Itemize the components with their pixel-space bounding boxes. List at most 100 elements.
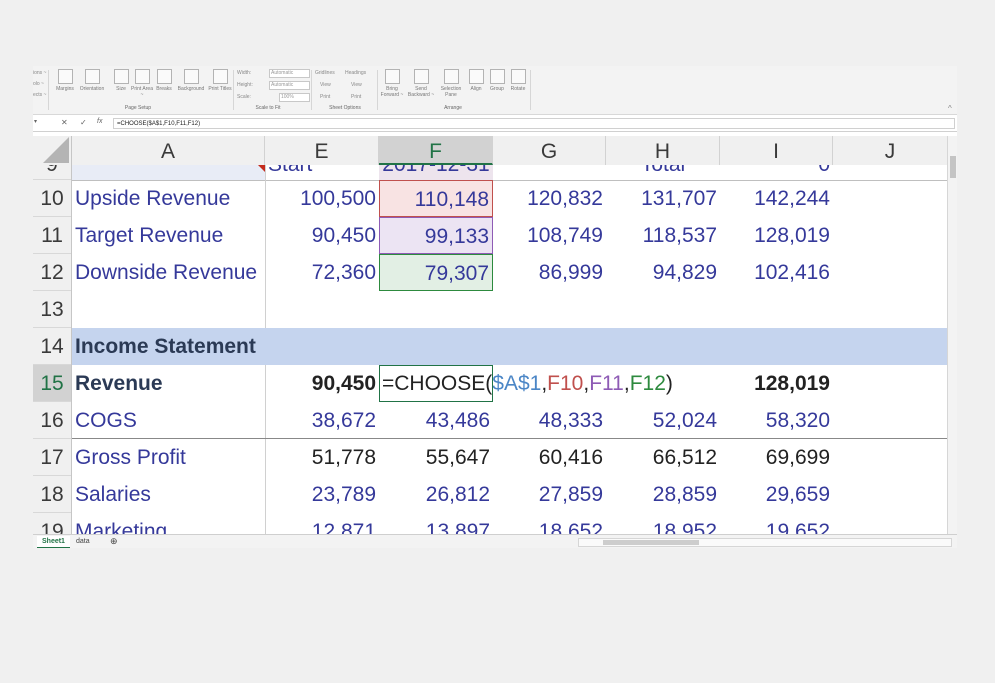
vertical-scroll-thumb[interactable] (950, 156, 956, 178)
cell-f11[interactable]: 99,133 (379, 217, 493, 254)
cell-i19[interactable]: 19,652 (720, 513, 833, 534)
cell-f15-formula-editor[interactable]: =CHOOSE($A$1,F10,F11,F12) (379, 365, 699, 402)
cell-i16[interactable]: 58,320 (720, 402, 833, 439)
cell-h19[interactable]: 18,952 (606, 513, 720, 534)
cell-h10[interactable]: 131,707 (606, 180, 720, 217)
column-header-g[interactable]: G (493, 136, 606, 165)
cell-a19[interactable]: Marketing (72, 513, 265, 534)
row-header-19[interactable]: 19 (33, 513, 71, 534)
cell-h17[interactable]: 66,512 (606, 439, 720, 476)
column-header-j[interactable]: J (833, 136, 947, 165)
column-header-f[interactable]: F (379, 136, 493, 165)
column-header-a[interactable]: A (72, 136, 265, 165)
height-dropdown[interactable]: Automatic (269, 81, 310, 90)
cell-i15[interactable]: 128,019 (720, 365, 833, 402)
horizontal-scroll-thumb[interactable] (603, 540, 699, 545)
orientation-button[interactable]: Orientation (79, 69, 105, 92)
formula-input[interactable]: =CHOOSE($A$1,F10,F11,F12) (113, 118, 955, 129)
column-header-i[interactable]: I (720, 136, 833, 165)
cell-a17[interactable]: Gross Profit (72, 439, 265, 476)
gridlines-print-checkbox[interactable]: Print (320, 94, 330, 100)
bring-forward-button[interactable]: Bring Forward ~ (378, 69, 406, 98)
cell-e19[interactable]: 12,871 (265, 513, 379, 534)
cell-a11[interactable]: Target Revenue (72, 217, 265, 254)
cell-h18[interactable]: 28,859 (606, 476, 720, 513)
cell-f12[interactable]: 79,307 (379, 254, 493, 291)
row-header-18[interactable]: 18 (33, 476, 71, 513)
breaks-button[interactable]: Breaks (151, 69, 177, 92)
insert-function-button[interactable]: fx (97, 118, 102, 125)
cell-e9[interactable]: Start (265, 165, 379, 180)
row-header-13[interactable]: 13 (33, 291, 71, 328)
add-sheet-icon[interactable]: ⊕ (105, 536, 123, 547)
headings-view-checkbox[interactable]: View (351, 82, 362, 88)
cell-f19[interactable]: 13,897 (379, 513, 493, 534)
cell-i18[interactable]: 29,659 (720, 476, 833, 513)
sheet-tab-data[interactable]: data (71, 536, 95, 547)
cell-a13[interactable] (72, 291, 265, 328)
headings-print-checkbox[interactable]: Print (351, 94, 361, 100)
cell-grid[interactable]: Start 2017-12-31 Total 0 Upside Revenue … (72, 165, 947, 534)
cell-f17[interactable]: 55,647 (379, 439, 493, 476)
cell-f16[interactable]: 43,486 (379, 402, 493, 439)
scale-input[interactable]: 100% (279, 93, 310, 102)
cell-h12[interactable]: 94,829 (606, 254, 720, 291)
comment-indicator-icon[interactable] (258, 165, 265, 172)
cell-g16[interactable]: 48,333 (493, 402, 606, 439)
rotate-button[interactable]: Rotate (505, 69, 531, 92)
cell-g12[interactable]: 86,999 (493, 254, 606, 291)
collapse-ribbon-icon[interactable]: ^ (948, 104, 952, 113)
select-all-button[interactable] (33, 136, 72, 165)
cell-e11[interactable]: 90,450 (265, 217, 379, 254)
cell-g17[interactable]: 60,416 (493, 439, 606, 476)
vertical-scrollbar[interactable] (947, 136, 957, 534)
cell-i10[interactable]: 142,244 (720, 180, 833, 217)
cell-a16[interactable]: COGS (72, 402, 265, 439)
background-button[interactable]: Background (175, 69, 207, 92)
name-box-dropdown-icon[interactable]: ▾ (34, 118, 37, 125)
row-header-15[interactable]: 15 (33, 365, 71, 402)
cell-a12[interactable]: Downside Revenue (72, 254, 265, 291)
cell-e15[interactable]: 90,450 (265, 365, 379, 402)
ribbon-cut-label-2[interactable]: olo ~ (33, 81, 44, 87)
width-dropdown[interactable]: Automatic (269, 69, 310, 78)
row-header-9[interactable]: 9 (33, 165, 71, 180)
horizontal-scrollbar[interactable] (578, 538, 952, 547)
cell-g18[interactable]: 27,859 (493, 476, 606, 513)
row-header-10[interactable]: 10 (33, 180, 71, 217)
send-backward-button[interactable]: Send Backward ~ (406, 69, 436, 98)
cell-e17[interactable]: 51,778 (265, 439, 379, 476)
enter-formula-button[interactable]: ✓ (80, 118, 87, 127)
gridlines-view-checkbox[interactable]: View (320, 82, 331, 88)
cell-e18[interactable]: 23,789 (265, 476, 379, 513)
cell-h16[interactable]: 52,024 (606, 402, 720, 439)
selection-pane-button[interactable]: Selection Pane (437, 69, 465, 98)
column-header-h[interactable]: H (606, 136, 720, 165)
margins-button[interactable]: Margins (52, 69, 78, 92)
cell-i9[interactable]: 0 (720, 165, 833, 180)
cell-e10[interactable]: 100,500 (265, 180, 379, 217)
cell-i12[interactable]: 102,416 (720, 254, 833, 291)
cell-i17[interactable]: 69,699 (720, 439, 833, 476)
row-header-17[interactable]: 17 (33, 439, 71, 476)
cell-f9[interactable]: 2017-12-31 (379, 165, 493, 180)
print-titles-button[interactable]: Print Titles (207, 69, 233, 92)
cell-g19[interactable]: 18,652 (493, 513, 606, 534)
cancel-formula-button[interactable]: ✕ (61, 118, 68, 127)
row-header-11[interactable]: 11 (33, 217, 71, 254)
cell-a18[interactable]: Salaries (72, 476, 265, 513)
cell-g11[interactable]: 108,749 (493, 217, 606, 254)
cell-e16[interactable]: 38,672 (265, 402, 379, 439)
cell-a15[interactable]: Revenue (72, 365, 265, 402)
row-header-16[interactable]: 16 (33, 402, 71, 439)
row-header-12[interactable]: 12 (33, 254, 71, 291)
row-header-14[interactable]: 14 (33, 328, 71, 365)
column-header-e[interactable]: E (265, 136, 379, 165)
cell-e12[interactable]: 72,360 (265, 254, 379, 291)
cell-h11[interactable]: 118,537 (606, 217, 720, 254)
ribbon-cut-label-1[interactable]: ions ~ (33, 70, 46, 76)
cell-h9[interactable]: Total (606, 165, 720, 180)
cell-a9[interactable] (72, 165, 265, 180)
cell-i11[interactable]: 128,019 (720, 217, 833, 254)
cell-a10[interactable]: Upside Revenue (72, 180, 265, 217)
